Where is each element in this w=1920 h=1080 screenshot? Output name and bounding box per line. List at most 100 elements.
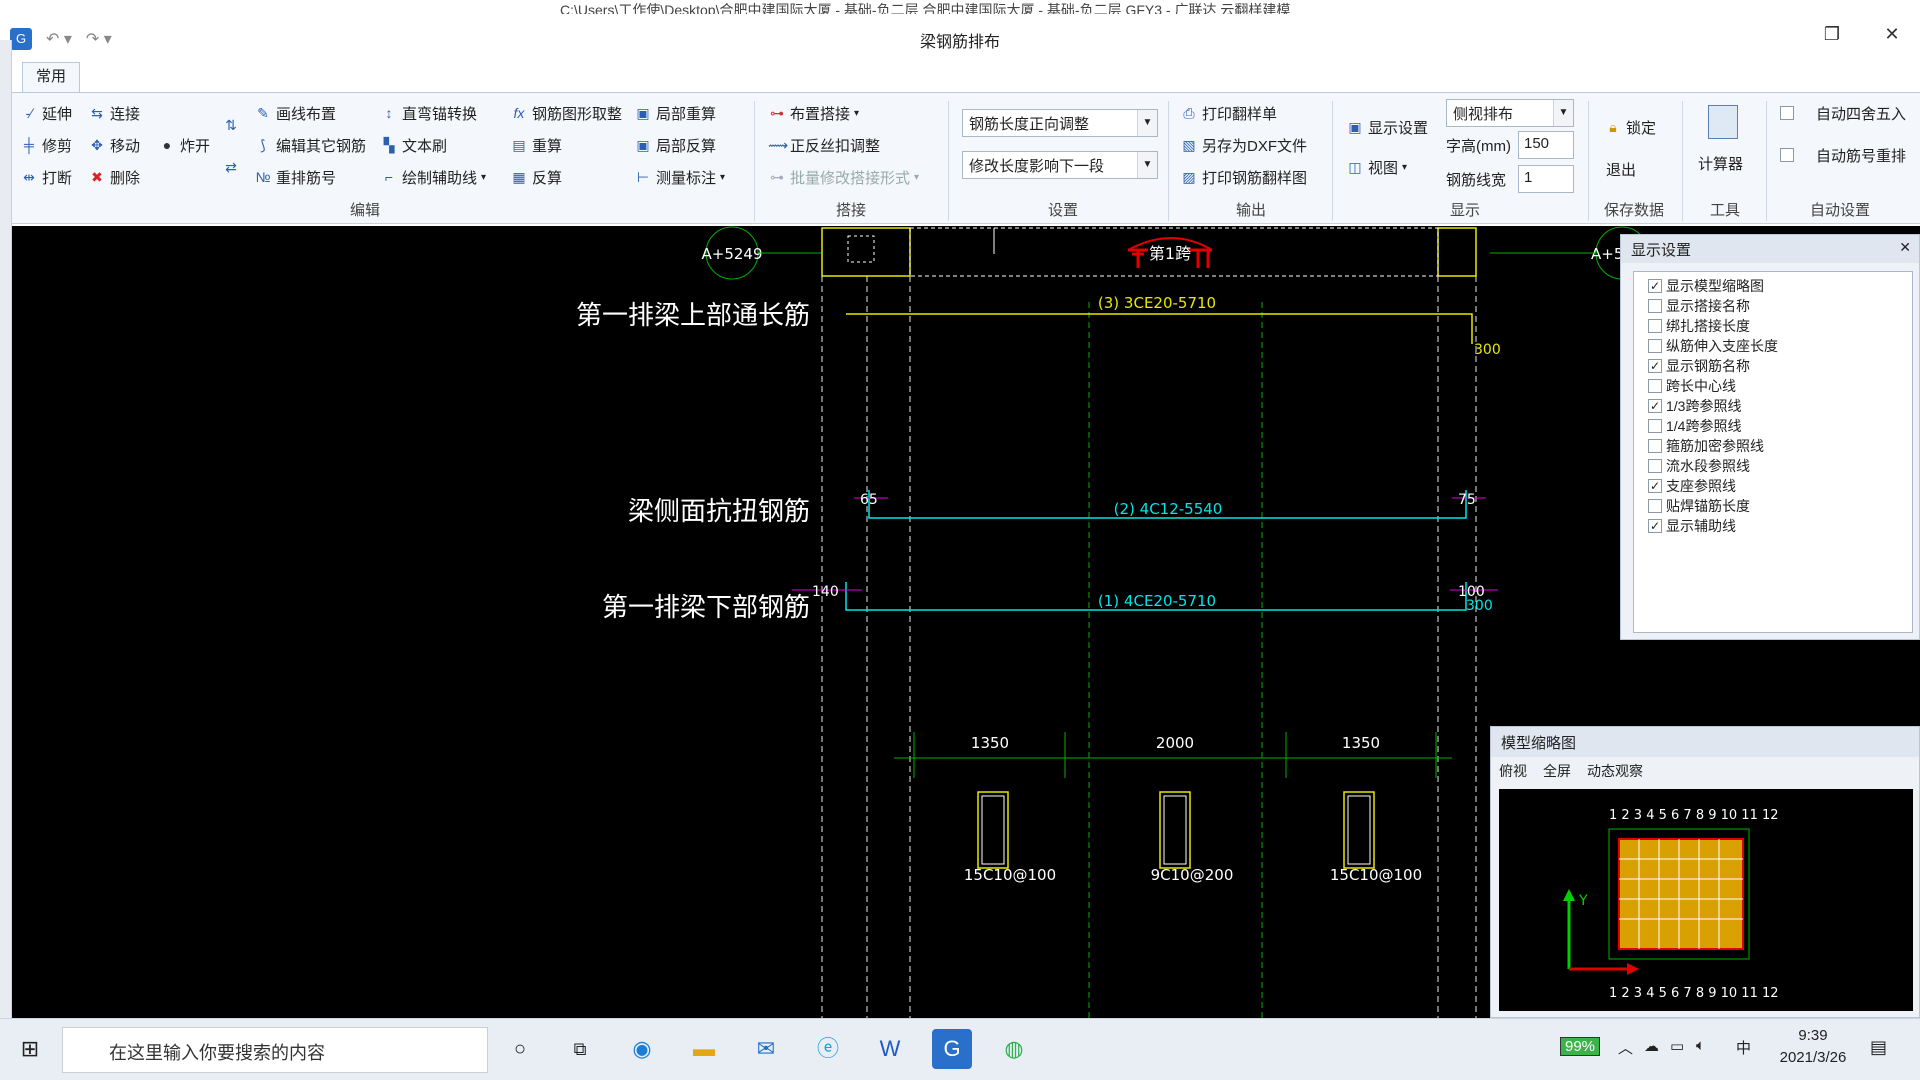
calculator-icon[interactable] [1708, 105, 1738, 139]
checked-checkbox-icon[interactable]: ✓ [1648, 399, 1662, 413]
unchecked-checkbox-icon[interactable] [1648, 319, 1662, 333]
trim-button[interactable]: ╪ 修剪 [20, 133, 72, 157]
calculator-button[interactable]: 计算器 [1698, 151, 1743, 175]
thumb-tab-top[interactable]: 俯视 [1499, 761, 1527, 779]
left-dock-strip[interactable] [0, 40, 12, 1018]
align-icon-1[interactable]: ⇅ [222, 113, 240, 137]
display-setting-item[interactable]: 绑扎搭接长度 [1648, 316, 1898, 336]
edge-icon[interactable]: ◉ [622, 1029, 662, 1069]
line-width-input[interactable]: 1 [1518, 165, 1574, 193]
draw-line-button[interactable]: ✎ 画线布置 [254, 101, 336, 125]
view-mode-dropdown[interactable]: 侧视排布 ▼ [1446, 99, 1574, 127]
wps-icon[interactable]: W [870, 1029, 910, 1069]
auto-round-checkbox[interactable]: 自动四舍五入 [1780, 101, 1906, 125]
close-button[interactable]: ✕ [1872, 20, 1912, 48]
clock-time[interactable]: 9:39 [1768, 1027, 1858, 1044]
unchecked-checkbox-icon[interactable] [1648, 339, 1662, 353]
tray-chevron-icon[interactable]: ︿ [1618, 1037, 1633, 1058]
break-icon: ⇹ [23, 168, 35, 185]
checked-checkbox-icon[interactable]: ✓ [1648, 279, 1662, 293]
display-setting-item[interactable]: ✓ 支座参照线 [1648, 476, 1898, 496]
local-recalc-button[interactable]: ▣ 局部重算 [634, 101, 716, 125]
display-setting-item[interactable]: ✓ 显示钢筋名称 [1648, 356, 1898, 376]
recalc-button[interactable]: ▤ 重算 [510, 133, 562, 157]
display-setting-item[interactable]: 流水段参照线 [1648, 456, 1898, 476]
windows-start-icon[interactable]: ⊞ [10, 1029, 50, 1069]
connect-button[interactable]: ⇆ 连接 [88, 101, 140, 125]
restore-button[interactable]: ❐ [1812, 20, 1852, 48]
extend-button[interactable]: -⁄ 延伸 [20, 101, 73, 125]
clock-date[interactable]: 2021/3/26 [1768, 1049, 1858, 1066]
explode-button[interactable]: ● 炸开 [158, 133, 210, 157]
display-setting-item[interactable]: 贴焊锚筋长度 [1648, 496, 1898, 516]
display-setting-item[interactable]: ✓ 显示模型缩略图 [1648, 276, 1898, 296]
aux-line-icon: ⌐ [384, 169, 394, 185]
measure-button[interactable]: ⊢ 测量标注 ▾ [634, 165, 725, 189]
break-button[interactable]: ⇹ 打断 [20, 165, 72, 189]
print-drawing-button[interactable]: ▨ 打印钢筋翻样图 [1180, 165, 1307, 189]
delete-button[interactable]: ✖ 删除 [88, 165, 140, 189]
notification-icon[interactable]: ▤ [1870, 1037, 1887, 1058]
battery-indicator[interactable]: 99% [1560, 1037, 1601, 1056]
unchecked-checkbox-icon[interactable] [1648, 439, 1662, 453]
unchecked-checkbox-icon[interactable] [1648, 379, 1662, 393]
file-explorer-icon[interactable]: ▬ [684, 1029, 724, 1069]
align-icon-2[interactable]: ⇄ [222, 155, 240, 179]
volume-icon[interactable]: 🔈︎ [1696, 1037, 1705, 1054]
display-setting-item[interactable]: 1/4跨参照线 [1648, 416, 1898, 436]
exit-button[interactable]: 退出 [1606, 157, 1636, 181]
battery-icon[interactable]: ▭ [1670, 1037, 1684, 1055]
print-sheet-button[interactable]: ⎙ 打印翻样单 [1180, 101, 1277, 125]
task-view-icon[interactable]: ⧉ [560, 1029, 600, 1069]
local-reverse-button[interactable]: ▣ 局部反算 [634, 133, 716, 157]
display-setting-label: 纵筋伸入支座长度 [1666, 338, 1778, 354]
draw-aux-line-button[interactable]: ⌐ 绘制辅助线 ▾ [380, 165, 486, 189]
unchecked-checkbox-icon[interactable] [1648, 419, 1662, 433]
unchecked-checkbox-icon[interactable] [1648, 459, 1662, 473]
auto-renumber-checkbox[interactable]: 自动筋号重排 [1780, 143, 1906, 167]
thumbnail-view[interactable]: Y 1 2 3 4 5 6 7 8 9 10 11 12 1 2 3 4 5 6… [1499, 789, 1913, 1011]
length-effect-dropdown[interactable]: 修改长度影响下一段 ▼ [962, 151, 1158, 179]
taskbar-search-input[interactable]: 在这里输入你要搜索的内容 [62, 1027, 488, 1073]
checked-checkbox-icon[interactable]: ✓ [1648, 479, 1662, 493]
thumb-tab-fullscreen[interactable]: 全屏 [1543, 761, 1571, 779]
browser-icon[interactable]: ⓔ [808, 1029, 848, 1069]
thumb-tab-orbit[interactable]: 动态观察 [1587, 761, 1643, 779]
unchecked-checkbox-icon[interactable] [1648, 499, 1662, 513]
display-setting-item[interactable]: ✓ 显示辅助线 [1648, 516, 1898, 536]
reverse-calc-button[interactable]: ▦ 反算 [510, 165, 562, 189]
thread-adjust-button[interactable]: ⟿ 正反丝扣调整 [768, 133, 880, 157]
display-setting-item[interactable]: 纵筋伸入支座长度 [1648, 336, 1898, 356]
checked-checkbox-icon[interactable]: ✓ [1648, 359, 1662, 373]
cortana-icon[interactable]: ○ [500, 1029, 540, 1069]
save-dxf-button[interactable]: ▧ 另存为DXF文件 [1180, 133, 1307, 157]
font-height-input[interactable]: 150 [1518, 131, 1574, 159]
unchecked-checkbox-icon[interactable] [1648, 299, 1662, 313]
display-settings-button[interactable]: ▣ 显示设置 [1346, 115, 1428, 139]
anchor-convert-button[interactable]: ↕ 直弯锚转换 [380, 101, 478, 125]
renumber-button[interactable]: № 重排筋号 [254, 165, 336, 189]
place-lap-button[interactable]: ⊶ 布置搭接 ▾ [768, 101, 859, 125]
glodon-app-icon[interactable]: G [932, 1029, 972, 1069]
checked-checkbox-icon[interactable]: ✓ [1648, 519, 1662, 533]
display-setting-item[interactable]: 跨长中心线 [1648, 376, 1898, 396]
display-setting-item[interactable]: 显示搭接名称 [1648, 296, 1898, 316]
close-icon[interactable]: ✕ [1899, 239, 1911, 256]
mail-icon[interactable]: ✉ [746, 1029, 786, 1069]
move-button[interactable]: ✥ 移动 [88, 133, 140, 157]
lock-button[interactable]: 🔒︎ 锁定 [1604, 115, 1656, 139]
rebar-round-button[interactable]: fx 钢筋图形取整 [510, 101, 622, 125]
display-setting-item[interactable]: ✓ 1/3跨参照线 [1648, 396, 1898, 416]
edit-other-rebar-button[interactable]: ⟆ 编辑其它钢筋 [254, 133, 366, 157]
view-button[interactable]: ◫ 视图 ▾ [1346, 155, 1407, 179]
format-brush-button[interactable]: ▚ 文本刷 [380, 133, 447, 157]
length-adjust-dropdown[interactable]: 钢筋长度正向调整 ▼ [962, 109, 1158, 137]
wechat-icon[interactable]: ◍ [994, 1029, 1034, 1069]
display-setting-item[interactable]: 箍筋加密参照线 [1648, 436, 1898, 456]
tab-common[interactable]: 常用 [22, 62, 80, 92]
delete-icon: ✖ [91, 168, 103, 185]
cloud-icon[interactable]: ☁ [1644, 1037, 1659, 1055]
batch-lap-button[interactable]: ⊶ 批量修改搭接形式 ▾ [768, 165, 919, 189]
ime-indicator[interactable]: 中 [1736, 1037, 1751, 1058]
model-thumbnail-panel: 模型缩略图 俯视 全屏 动态观察 Y 1 2 3 4 5 6 7 8 9 10 … [1490, 726, 1920, 1018]
